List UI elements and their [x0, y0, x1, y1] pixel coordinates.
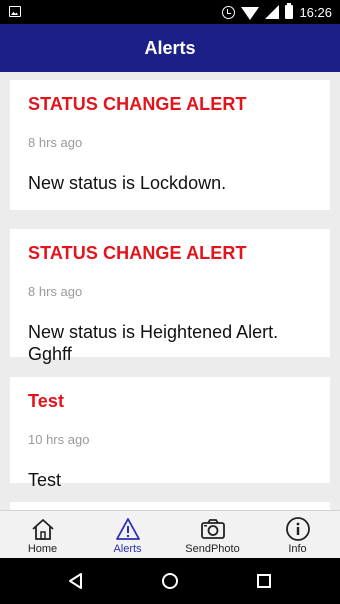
nav-alerts[interactable]: Alerts [85, 511, 170, 558]
alert-triangle-icon [115, 518, 140, 540]
alert-timestamp: 8 hrs ago [28, 284, 83, 299]
status-time: 16:26 [299, 4, 332, 20]
alert-message: Test [28, 470, 62, 490]
app-bar: Alerts [0, 24, 340, 72]
alert-message: New status is Heightened Alert. Gghff [28, 322, 279, 364]
alert-title: Test [28, 391, 65, 411]
alert-card[interactable]: Test 10 hrs ago Test [10, 377, 330, 490]
camera-icon [200, 519, 225, 539]
alert-card[interactable] [10, 502, 330, 510]
nav-sendphoto[interactable]: SendPhoto [170, 511, 255, 558]
recents-icon[interactable] [254, 571, 274, 591]
system-nav-bar [0, 558, 340, 604]
alert-timestamp: 8 hrs ago [28, 135, 83, 150]
back-icon[interactable] [66, 571, 86, 591]
alert-timestamp: 10 hrs ago [28, 432, 90, 447]
nav-home[interactable]: Home [0, 511, 85, 558]
nav-info-label: Info [288, 543, 307, 555]
alert-list[interactable]: STATUS CHANGE ALERT 8 hrs ago New status… [0, 72, 340, 510]
status-bar: 16:26 [0, 0, 340, 24]
alert-title: STATUS CHANGE ALERT [28, 94, 247, 114]
alert-title: STATUS CHANGE ALERT [28, 243, 247, 263]
battery-icon [285, 3, 294, 19]
home-circle-icon[interactable] [160, 571, 180, 591]
gallery-notification-icon [9, 6, 21, 17]
wifi-icon [241, 6, 260, 20]
nav-info[interactable]: Info [255, 511, 340, 558]
nav-sendphoto-label: SendPhoto [185, 543, 240, 555]
cell-signal-icon [265, 5, 280, 19]
nav-alerts-label: Alerts [113, 543, 142, 555]
alert-card[interactable]: STATUS CHANGE ALERT 8 hrs ago New status… [10, 80, 330, 210]
info-icon [285, 517, 310, 541]
status-icons: 16:26 [222, 3, 332, 21]
home-icon [31, 519, 54, 540]
bottom-nav: Home Alerts SendPhoto Info [0, 510, 340, 558]
alert-card[interactable]: STATUS CHANGE ALERT 8 hrs ago New status… [10, 229, 330, 364]
nav-home-label: Home [27, 543, 58, 555]
page-title: Alerts [144, 37, 196, 58]
alarm-icon [222, 5, 236, 19]
alert-message: New status is Lockdown. [28, 173, 227, 193]
